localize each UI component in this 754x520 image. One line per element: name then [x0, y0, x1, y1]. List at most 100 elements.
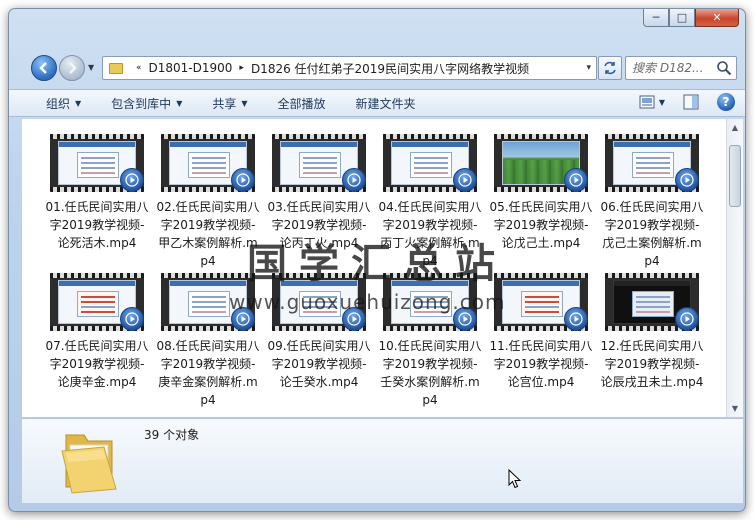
video-thumbnail[interactable]: [50, 134, 144, 192]
video-thumbnail[interactable]: [605, 273, 699, 331]
file-item[interactable]: 02.任氏民间实用八字2019教学视频-甲乙木案例解析.mp4: [156, 134, 260, 270]
film-strip: [605, 273, 699, 278]
film-strip: [50, 134, 144, 139]
refresh-button[interactable]: [598, 56, 622, 80]
vertical-scrollbar[interactable]: ▲ ▼: [726, 119, 743, 417]
file-name: 12.任氏民间实用八字2019教学视频-论辰戌丑未土.mp4: [600, 339, 704, 389]
file-name: 02.任氏民间实用八字2019教学视频-甲乙木案例解析.mp4: [156, 200, 260, 268]
file-item[interactable]: 08.任氏民间实用八字2019教学视频-庚辛金案例解析.mp4: [156, 273, 260, 409]
play-all-label: 全部播放: [277, 96, 326, 111]
file-name: 07.任氏民间实用八字2019教学视频-论庚辛金.mp4: [45, 339, 149, 389]
help-icon[interactable]: ?: [717, 93, 735, 111]
film-strip: [161, 134, 255, 139]
media-player-icon: [564, 168, 588, 192]
scroll-thumb[interactable]: [729, 145, 741, 207]
minimize-button[interactable]: ─: [643, 9, 669, 27]
view-caret-down-icon[interactable]: ▼: [659, 98, 665, 107]
include-in-library-menu[interactable]: 包含到库中 ▼: [111, 95, 182, 112]
media-player-icon: [675, 307, 699, 331]
view-controls: ▼ ?: [639, 93, 735, 111]
navigation-bar: ▼ « D1801-D1900 ▸ D1826 任付红弟子2019民间实用八字网…: [9, 51, 745, 83]
organize-menu[interactable]: 组织 ▼: [46, 95, 81, 112]
video-thumbnail[interactable]: [605, 134, 699, 192]
file-name: 01.任氏民间实用八字2019教学视频-论死活木.mp4: [45, 200, 149, 250]
breadcrumb-current[interactable]: D1826 任付红弟子2019民间实用八字网络教学视频: [251, 60, 529, 77]
video-thumbnail[interactable]: [272, 134, 366, 192]
change-view-icon[interactable]: [639, 95, 655, 109]
video-thumbnail[interactable]: [161, 134, 255, 192]
recent-pages-dropdown[interactable]: ▼: [88, 63, 94, 72]
maximize-button[interactable]: □: [669, 9, 695, 27]
details-pane: 39 个对象: [22, 418, 743, 503]
file-name: 03.任氏民间实用八字2019教学视频-论丙丁火.mp4: [267, 200, 371, 250]
media-player-icon: [120, 168, 144, 192]
breadcrumb-separator[interactable]: ▸: [239, 63, 244, 73]
file-item[interactable]: 03.任氏民间实用八字2019教学视频-论丙丁火.mp4: [267, 134, 371, 252]
address-bar[interactable]: « D1801-D1900 ▸ D1826 任付红弟子2019民间实用八字网络教…: [102, 56, 597, 80]
file-item[interactable]: 07.任氏民间实用八字2019教学视频-论庚辛金.mp4: [45, 273, 149, 391]
film-strip: [383, 273, 477, 278]
file-item[interactable]: 11.任氏民间实用八字2019教学视频-论宫位.mp4: [489, 273, 593, 391]
close-button[interactable]: ✕: [695, 9, 739, 27]
mouse-cursor-icon: [508, 469, 522, 489]
address-dropdown[interactable]: ▾: [586, 63, 591, 73]
arrow-left-icon: [39, 62, 47, 74]
file-name: 08.任氏民间实用八字2019教学视频-庚辛金案例解析.mp4: [156, 339, 260, 407]
search-icon[interactable]: [716, 60, 732, 76]
media-player-icon: [453, 168, 477, 192]
video-thumbnail[interactable]: [383, 134, 477, 192]
arrow-right-icon: [69, 62, 77, 74]
film-strip: [50, 273, 144, 278]
command-bar: 组织 ▼ 包含到库中 ▼ 共享 ▼ 全部播放 新建文件夹 ▼ ?: [9, 89, 745, 117]
scroll-up-icon[interactable]: ▲: [727, 119, 743, 136]
new-folder-label: 新建文件夹: [355, 96, 416, 111]
file-name: 09.任氏民间实用八字2019教学视频-论壬癸水.mp4: [267, 339, 371, 389]
file-name: 04.任氏民间实用八字2019教学视频-丙丁火案例解析.mp4: [378, 200, 482, 268]
file-list: 01.任氏民间实用八字2019教学视频-论死活木.mp4 02.任氏民间实用八字2…: [22, 119, 726, 417]
media-player-icon: [342, 168, 366, 192]
search-input[interactable]: [632, 61, 716, 75]
explorer-window: ─ □ ✕ ▼ « D1801-D1900 ▸ D1826 任付红弟子2019民…: [8, 8, 746, 512]
film-strip: [272, 273, 366, 278]
new-folder-button[interactable]: 新建文件夹: [356, 95, 416, 112]
include-in-library-label: 包含到库中: [111, 96, 172, 111]
film-strip: [494, 134, 588, 139]
media-player-icon: [231, 307, 255, 331]
media-player-icon: [675, 168, 699, 192]
preview-pane-icon[interactable]: [683, 94, 699, 110]
video-thumbnail[interactable]: [494, 134, 588, 192]
caption-buttons: ─ □ ✕: [643, 9, 739, 27]
video-thumbnail[interactable]: [50, 273, 144, 331]
media-player-icon: [231, 168, 255, 192]
play-all-button[interactable]: 全部播放: [278, 95, 326, 112]
folder-icon: [61, 434, 117, 494]
film-strip: [494, 273, 588, 278]
film-strip: [272, 134, 366, 139]
media-player-icon: [342, 307, 366, 331]
film-strip: [383, 134, 477, 139]
video-thumbnail[interactable]: [383, 273, 477, 331]
file-name: 11.任氏民间实用八字2019教学视频-论宫位.mp4: [489, 339, 593, 389]
share-menu[interactable]: 共享 ▼: [212, 95, 247, 112]
back-button[interactable]: [31, 55, 57, 81]
file-item[interactable]: 10.任氏民间实用八字2019教学视频-壬癸水案例解析.mp4: [378, 273, 482, 409]
media-player-icon: [453, 307, 477, 331]
file-item[interactable]: 06.任氏民间实用八字2019教学视频-戊己土案例解析.mp4: [600, 134, 704, 270]
film-strip: [605, 134, 699, 139]
forward-button[interactable]: [59, 55, 85, 81]
video-thumbnail[interactable]: [494, 273, 588, 331]
file-name: 06.任氏民间实用八字2019教学视频-戊己土案例解析.mp4: [600, 200, 704, 268]
scroll-down-icon[interactable]: ▼: [727, 400, 743, 417]
file-name: 05.任氏民间实用八字2019教学视频-论戊己土.mp4: [489, 200, 593, 250]
video-thumbnail[interactable]: [161, 273, 255, 331]
file-item[interactable]: 04.任氏民间实用八字2019教学视频-丙丁火案例解析.mp4: [378, 134, 482, 270]
search-box[interactable]: [625, 56, 737, 80]
breadcrumb-parent[interactable]: D1801-D1900: [149, 61, 233, 75]
file-item[interactable]: 05.任氏民间实用八字2019教学视频-论戊己土.mp4: [489, 134, 593, 252]
file-item[interactable]: 01.任氏民间实用八字2019教学视频-论死活木.mp4: [45, 134, 149, 252]
video-thumbnail[interactable]: [272, 273, 366, 331]
file-item[interactable]: 09.任氏民间实用八字2019教学视频-论壬癸水.mp4: [267, 273, 371, 391]
file-item[interactable]: 12.任氏民间实用八字2019教学视频-论辰戌丑未土.mp4: [600, 273, 704, 391]
media-player-icon: [120, 307, 144, 331]
share-label: 共享: [212, 96, 237, 111]
